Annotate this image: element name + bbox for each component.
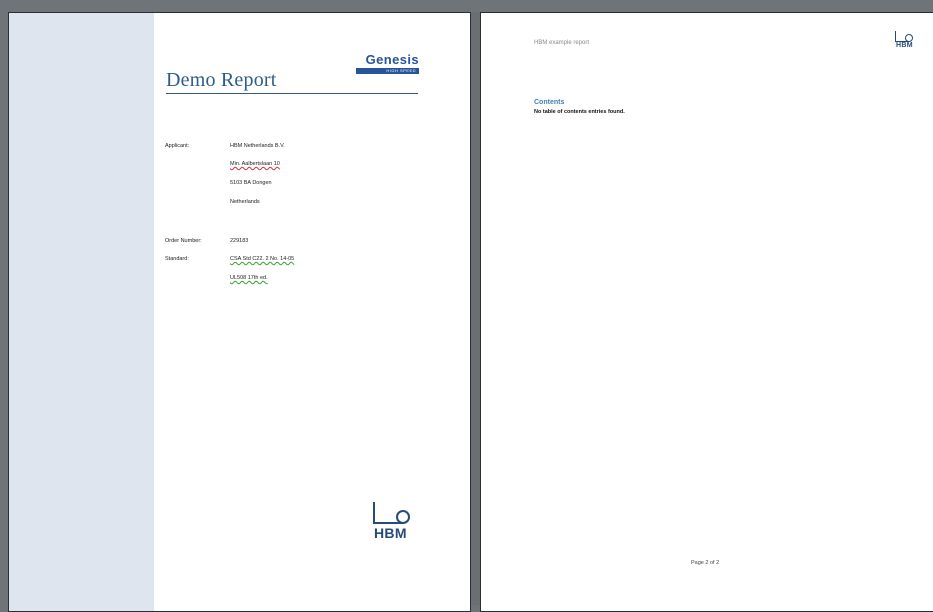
order-number-value: 229183 [230, 238, 249, 244]
hbm-logo-icon: HBM [373, 502, 419, 542]
order-number-label: Order Number: [165, 238, 202, 244]
standard-line-2: UL508 17th ed. [230, 275, 268, 281]
contents-empty-note: No table of contents entries found. [534, 109, 625, 115]
document-page-2: HBM example report HBM Contents No table… [480, 12, 933, 612]
header-hbm-logo-icon: HBM [895, 31, 917, 51]
cover-side-band [9, 13, 154, 611]
genesis-logo-tagline: HIGH SPEED [356, 68, 419, 74]
applicant-line-3: 5103 BA Dongen [230, 180, 272, 186]
document-page-1: Demo Report Genesis HIGH SPEED Applicant… [8, 12, 471, 612]
title-divider [166, 93, 418, 94]
standard-label: Standard: [165, 256, 189, 262]
standard-line-1: CSA Std C22. 2 No. 14-05 [230, 256, 295, 262]
hbm-logo-text: HBM [374, 525, 407, 541]
applicant-line-2: Min. Aalbertslaan 10 [230, 161, 280, 167]
applicant-label: Applicant: [165, 143, 190, 149]
genesis-logo: Genesis HIGH SPEED [356, 53, 419, 74]
applicant-line-1: HBM Netherlands B.V. [230, 143, 285, 149]
page-header-text: HBM example report [534, 40, 590, 46]
header-hbm-logo-text: HBM [896, 42, 913, 49]
genesis-logo-word: Genesis [365, 52, 419, 67]
page-footer: Page 2 of 2 [691, 560, 720, 566]
report-title: Demo Report [166, 69, 277, 91]
page-gap [471, 12, 480, 605]
contents-heading: Contents [534, 99, 565, 106]
applicant-line-4: Netherlands [230, 199, 260, 205]
